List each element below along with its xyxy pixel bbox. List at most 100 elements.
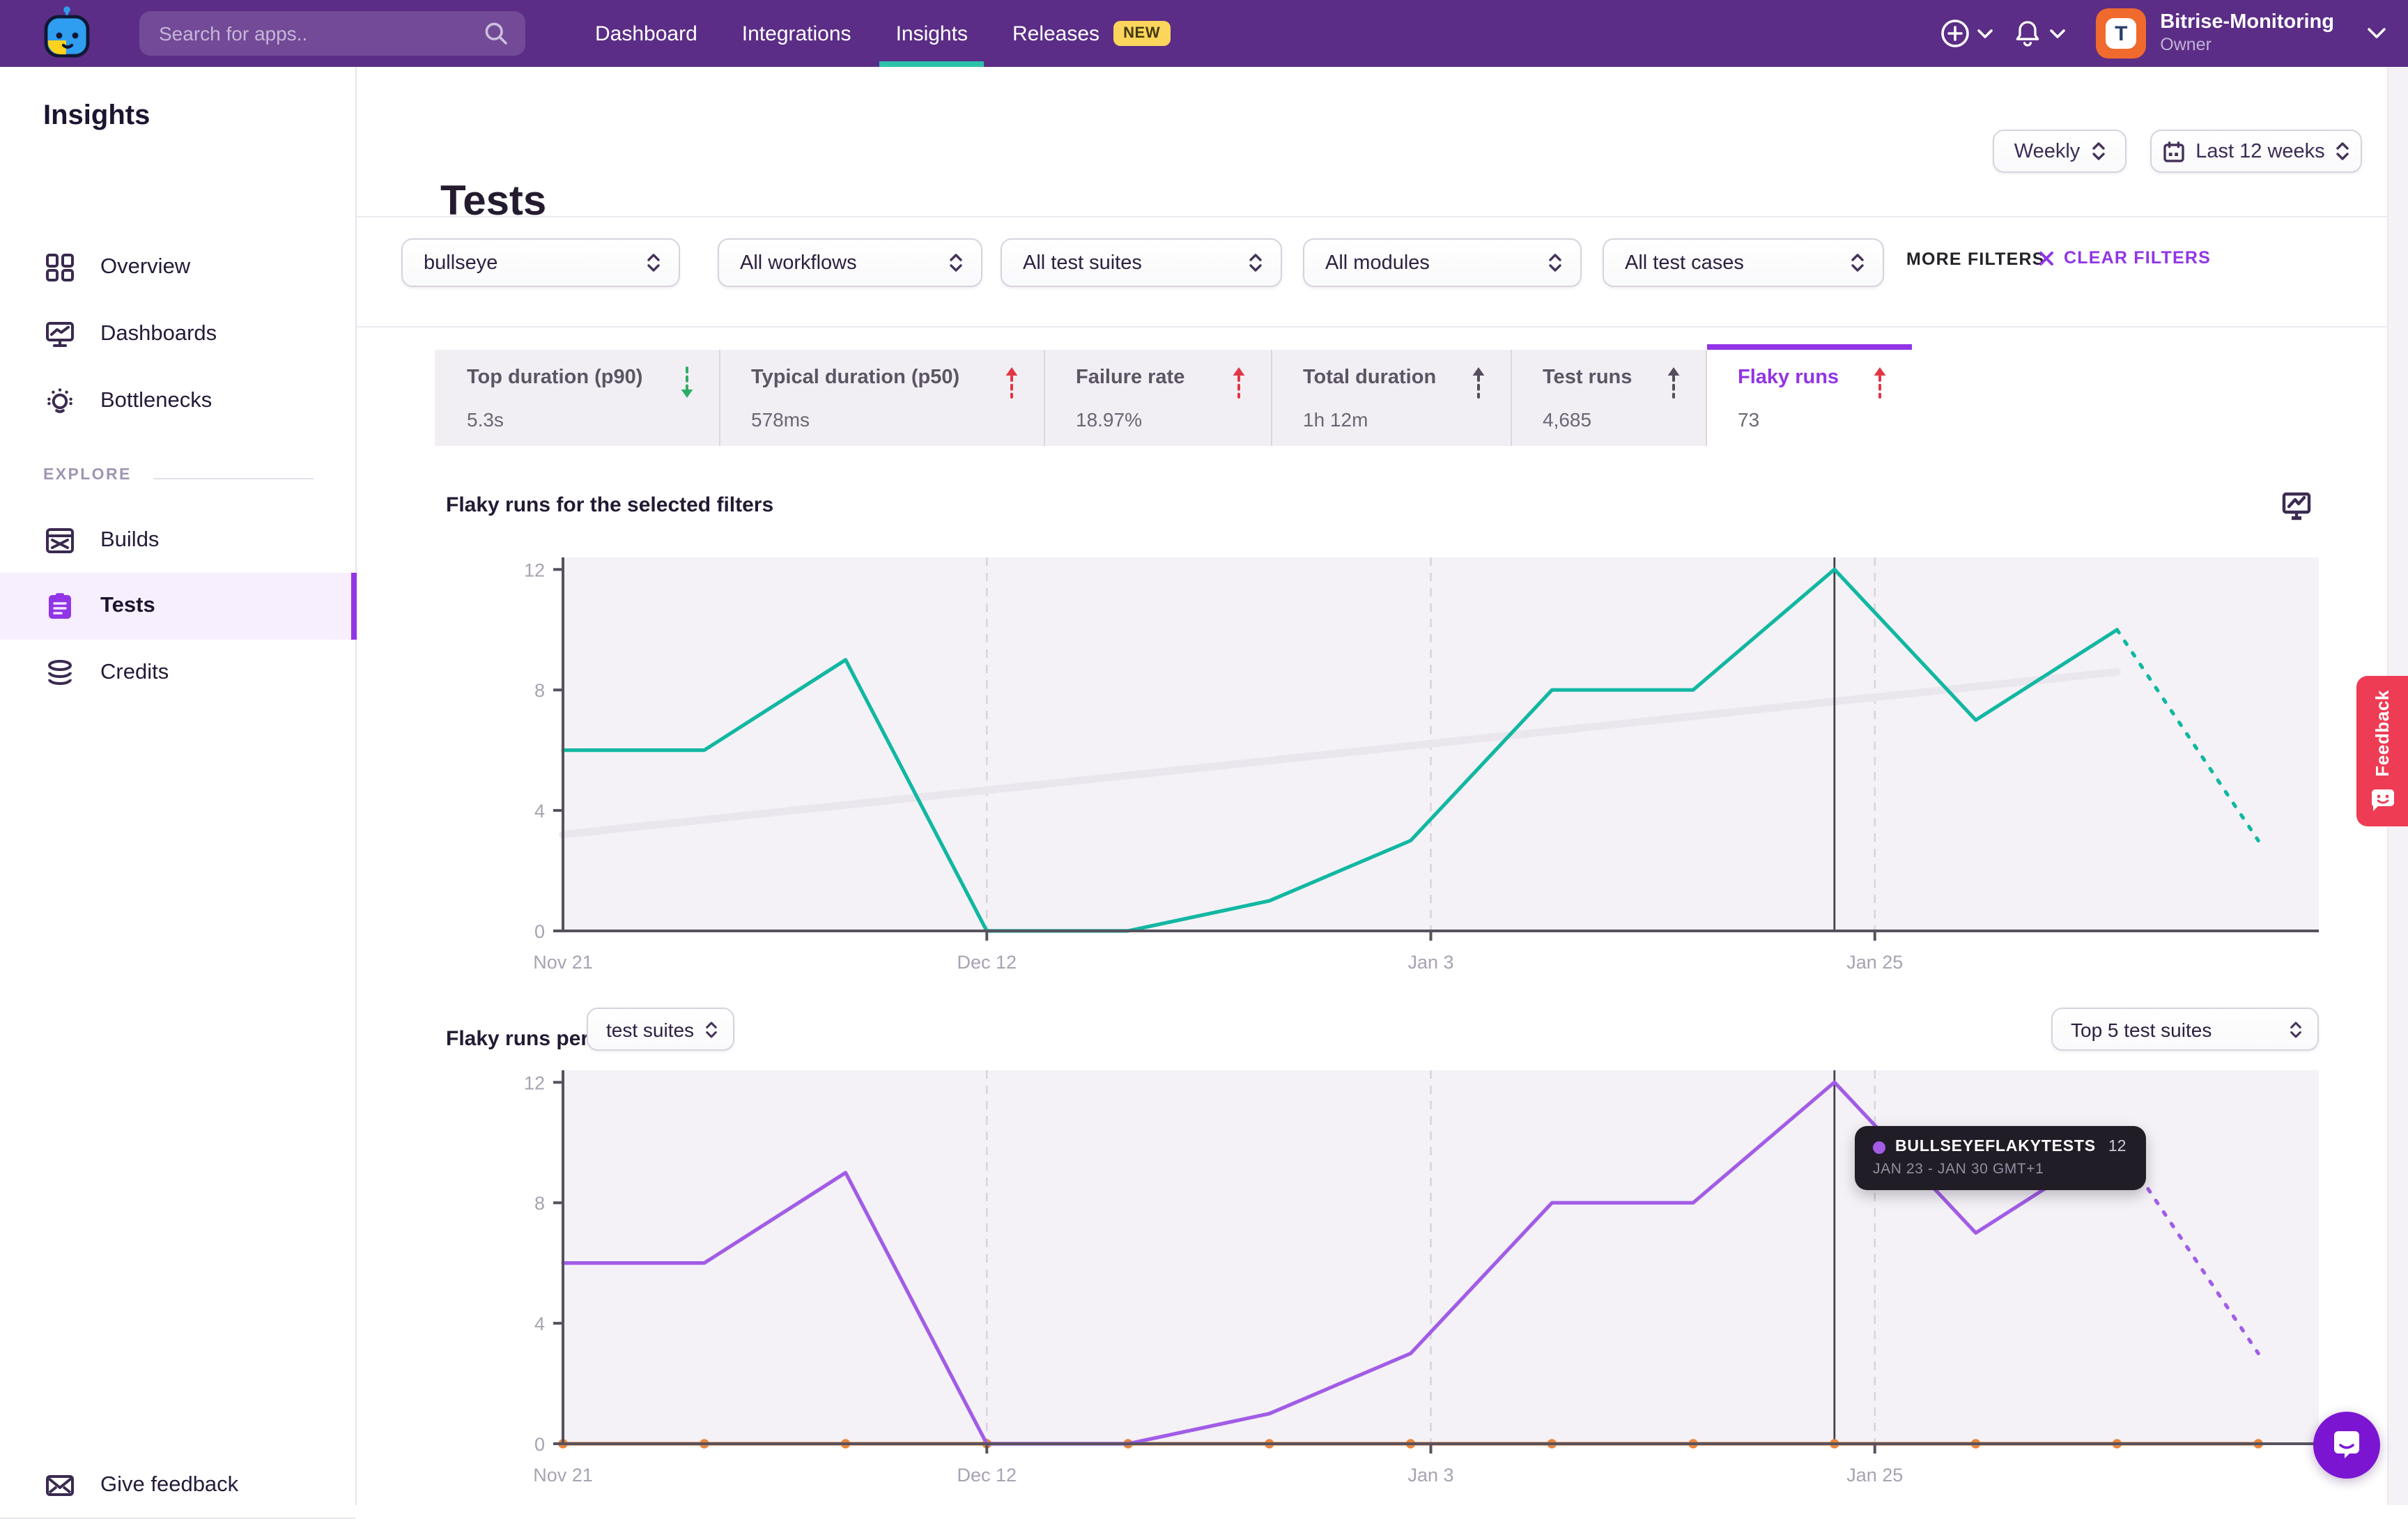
tooltip-value: 12 <box>2108 1139 2127 1155</box>
filter-value: All test suites <box>1023 252 1142 274</box>
metric-label: Total duration <box>1303 367 1436 389</box>
modules-filter-select[interactable]: All modules <box>1303 238 1582 287</box>
sidebar-item-dashboards[interactable]: Dashboards <box>0 301 357 368</box>
app-filter-select[interactable]: bullseye <box>401 238 680 287</box>
workspace-role: Owner <box>2160 35 2334 56</box>
filter-value: All test cases <box>1625 252 1744 274</box>
top-suites-select[interactable]: Top 5 test suites <box>2051 1008 2319 1051</box>
trend-up-icon <box>1469 364 1488 401</box>
svg-text:Jan 3: Jan 3 <box>1407 952 1453 973</box>
chart1-title: Flaky runs for the selected filters <box>446 493 773 517</box>
updown-chevron-icon <box>1548 252 1562 273</box>
chat-bubble-icon <box>2329 1427 2365 1463</box>
metric-label: Flaky runs <box>1738 367 1839 389</box>
sidebar-item-credits[interactable]: Credits <box>0 640 357 707</box>
plus-circle-icon <box>1940 18 1970 49</box>
tooltip-date-range: JAN 23 - JAN 30 GMT+1 <box>1873 1161 2126 1178</box>
workspace-switcher[interactable]: T Bitrise-Monitoring Owner <box>2096 8 2386 59</box>
metric-value: 5.3s <box>467 408 697 431</box>
clear-filters-button[interactable]: CLEAR FILTERS <box>2039 248 2211 268</box>
filter-value: All modules <box>1325 252 1430 274</box>
date-range-value: Last 12 weeks <box>2195 140 2324 162</box>
flaky-runs-chart[interactable]: 0 4 8 12 Nov 21 Dec 12 Jan 3 Jan 25 <box>418 541 2369 984</box>
sidebar-item-label: Bottlenecks <box>100 389 212 414</box>
main-content: Tests Weekly Last 12 weeks bullseye All … <box>357 67 2408 1505</box>
add-new-button[interactable] <box>1940 18 1993 49</box>
search-icon <box>484 21 509 46</box>
metric-value: 73 <box>1738 408 1890 431</box>
metric-label: Failure rate <box>1076 367 1184 389</box>
svg-text:4: 4 <box>534 801 545 822</box>
nav-links: Dashboard Integrations Insights Releases… <box>595 0 1170 67</box>
navbar-right: T Bitrise-Monitoring Owner <box>1940 0 2386 67</box>
nav-link-releases[interactable]: Releases <box>1012 0 1099 67</box>
filter-value: All workflows <box>740 252 857 274</box>
svg-text:12: 12 <box>524 1072 545 1093</box>
bitrise-logo-icon[interactable] <box>36 3 98 64</box>
add-to-dashboard-icon[interactable] <box>2280 489 2313 523</box>
sidebar-item-label: Builds <box>100 528 159 553</box>
workspace-name: Bitrise-Monitoring <box>2160 11 2334 35</box>
tab-failure-rate[interactable]: Failure rate 18.97% <box>1045 350 1272 446</box>
granularity-select[interactable]: Weekly <box>1993 130 2127 173</box>
divider <box>357 216 2408 217</box>
tab-typical-duration[interactable]: Typical duration (p50) 578ms <box>720 350 1045 446</box>
tab-total-duration[interactable]: Total duration 1h 12m <box>1272 350 1512 446</box>
updown-chevron-icon <box>1851 252 1865 273</box>
sidebar-item-label: Overview <box>100 255 190 280</box>
more-filters-button[interactable]: MORE FILTERS <box>1906 249 2045 269</box>
trend-up-icon <box>1870 364 1890 401</box>
flaky-runs-per-suite-chart[interactable]: 04812Nov 21Dec 12Jan 3Jan 25 BULLSEYEFLA… <box>418 1054 2369 1497</box>
nav-link-integrations[interactable]: Integrations <box>742 0 851 67</box>
granularity-value: Weekly <box>2014 140 2081 162</box>
tab-top-duration[interactable]: Top duration (p90) 5.3s <box>435 350 720 446</box>
svg-text:Jan 25: Jan 25 <box>1846 1465 1903 1486</box>
svg-text:Jan 25: Jan 25 <box>1846 952 1903 973</box>
svg-text:0: 0 <box>534 1434 545 1455</box>
date-range-select[interactable]: Last 12 weeks <box>2150 130 2362 173</box>
chevron-down-icon <box>2368 28 2386 39</box>
sidebar-item-builds[interactable]: Builds <box>0 507 357 574</box>
test-cases-filter-select[interactable]: All test cases <box>1603 238 1884 287</box>
svg-text:0: 0 <box>534 921 545 942</box>
sidebar-item-bottlenecks[interactable]: Bottlenecks <box>0 368 357 435</box>
give-feedback-link[interactable]: Give feedback <box>0 1452 357 1519</box>
tooltip-series-name: BULLSEYEFLAKYTESTS <box>1895 1139 2096 1155</box>
sidebar-item-tests[interactable]: Tests <box>0 573 357 640</box>
nav-link-dashboard[interactable]: Dashboard <box>595 0 697 67</box>
chat-widget-button[interactable] <box>2313 1412 2380 1479</box>
tab-test-runs[interactable]: Test runs 4,685 <box>1512 350 1707 446</box>
feedback-tab-label: Feedback <box>2372 689 2393 776</box>
nav-link-insights[interactable]: Insights <box>896 0 968 67</box>
page-title: Tests <box>440 178 546 226</box>
svg-text:12: 12 <box>524 560 545 580</box>
metric-label: Test runs <box>1543 367 1632 389</box>
feedback-tab[interactable]: Feedback <box>2356 676 2408 826</box>
search-input[interactable] <box>139 22 484 45</box>
trend-up-icon <box>1229 364 1249 401</box>
divider <box>357 326 2408 327</box>
tab-flaky-runs[interactable]: Flaky runs 73 <box>1707 344 1912 446</box>
metric-label: Typical duration (p50) <box>751 367 959 389</box>
metric-label: Top duration (p90) <box>467 367 642 389</box>
updown-chevron-icon <box>2336 141 2350 162</box>
clear-filters-label: CLEAR FILTERS <box>2064 248 2211 268</box>
metric-value: 578ms <box>751 408 1021 431</box>
metric-value: 18.97% <box>1076 408 1249 431</box>
svg-text:Nov 21: Nov 21 <box>533 952 593 973</box>
top-navbar: Dashboard Integrations Insights Releases… <box>0 0 2408 67</box>
trend-up-icon <box>1002 364 1021 401</box>
breakdown-select[interactable]: test suites <box>587 1008 734 1051</box>
chevron-down-icon <box>2050 29 2065 38</box>
workflows-filter-select[interactable]: All workflows <box>718 238 982 287</box>
divider <box>153 478 314 479</box>
envelope-icon <box>43 1469 77 1502</box>
svg-text:Dec 12: Dec 12 <box>957 952 1017 973</box>
sidebar-item-overview[interactable]: Overview <box>0 234 357 301</box>
svg-text:Dec 12: Dec 12 <box>957 1465 1017 1486</box>
svg-text:8: 8 <box>534 680 545 701</box>
notifications-button[interactable] <box>2012 18 2065 49</box>
svg-text:Jan 3: Jan 3 <box>1407 1465 1453 1486</box>
filter-value: bullseye <box>424 252 497 274</box>
test-suites-filter-select[interactable]: All test suites <box>1001 238 1282 287</box>
